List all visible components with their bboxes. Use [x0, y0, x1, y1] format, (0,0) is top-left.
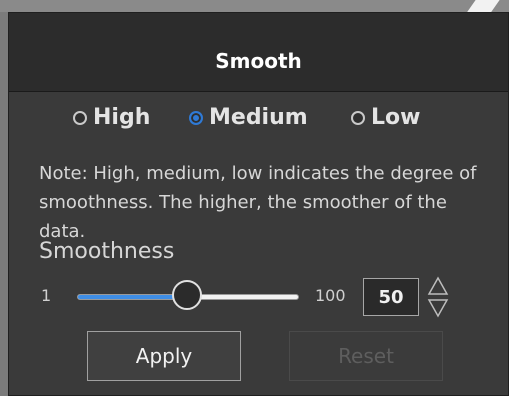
radio-medium-label: Medium [209, 105, 308, 130]
radio-high-label: High [93, 105, 151, 130]
slider-min-label: 1 [41, 286, 52, 305]
stepper-down-icon[interactable] [427, 299, 449, 318]
stepper-up-icon[interactable] [427, 276, 449, 295]
radio-unchecked-icon [73, 110, 87, 125]
panel-header: Smooth [9, 13, 508, 92]
slider-max-label: 100 [315, 286, 346, 305]
value-stepper[interactable] [427, 276, 449, 318]
radio-checked-icon [189, 110, 203, 125]
smooth-panel: Smooth High Medium Low Note: High, mediu… [8, 12, 509, 396]
reset-button[interactable]: Reset [289, 331, 443, 381]
background-edge [0, 0, 509, 12]
apply-button[interactable]: Apply [87, 331, 241, 381]
smoothness-value-input[interactable]: 50 [363, 278, 419, 316]
radio-high[interactable]: High [73, 105, 150, 130]
smoothness-slider-row: 1 100 50 [9, 270, 508, 324]
radio-low[interactable]: Low [351, 105, 420, 130]
slider-thumb[interactable] [171, 280, 202, 310]
radio-low-label: Low [371, 105, 421, 130]
panel-title: Smooth [215, 49, 302, 73]
smoothness-note: Note: High, medium, low indicates the de… [39, 163, 477, 242]
radio-medium[interactable]: Medium [189, 105, 308, 130]
smoothness-mode-group: High Medium Low [9, 105, 508, 135]
smoothness-label: Smoothness [39, 239, 175, 264]
radio-unchecked-icon [351, 110, 365, 125]
